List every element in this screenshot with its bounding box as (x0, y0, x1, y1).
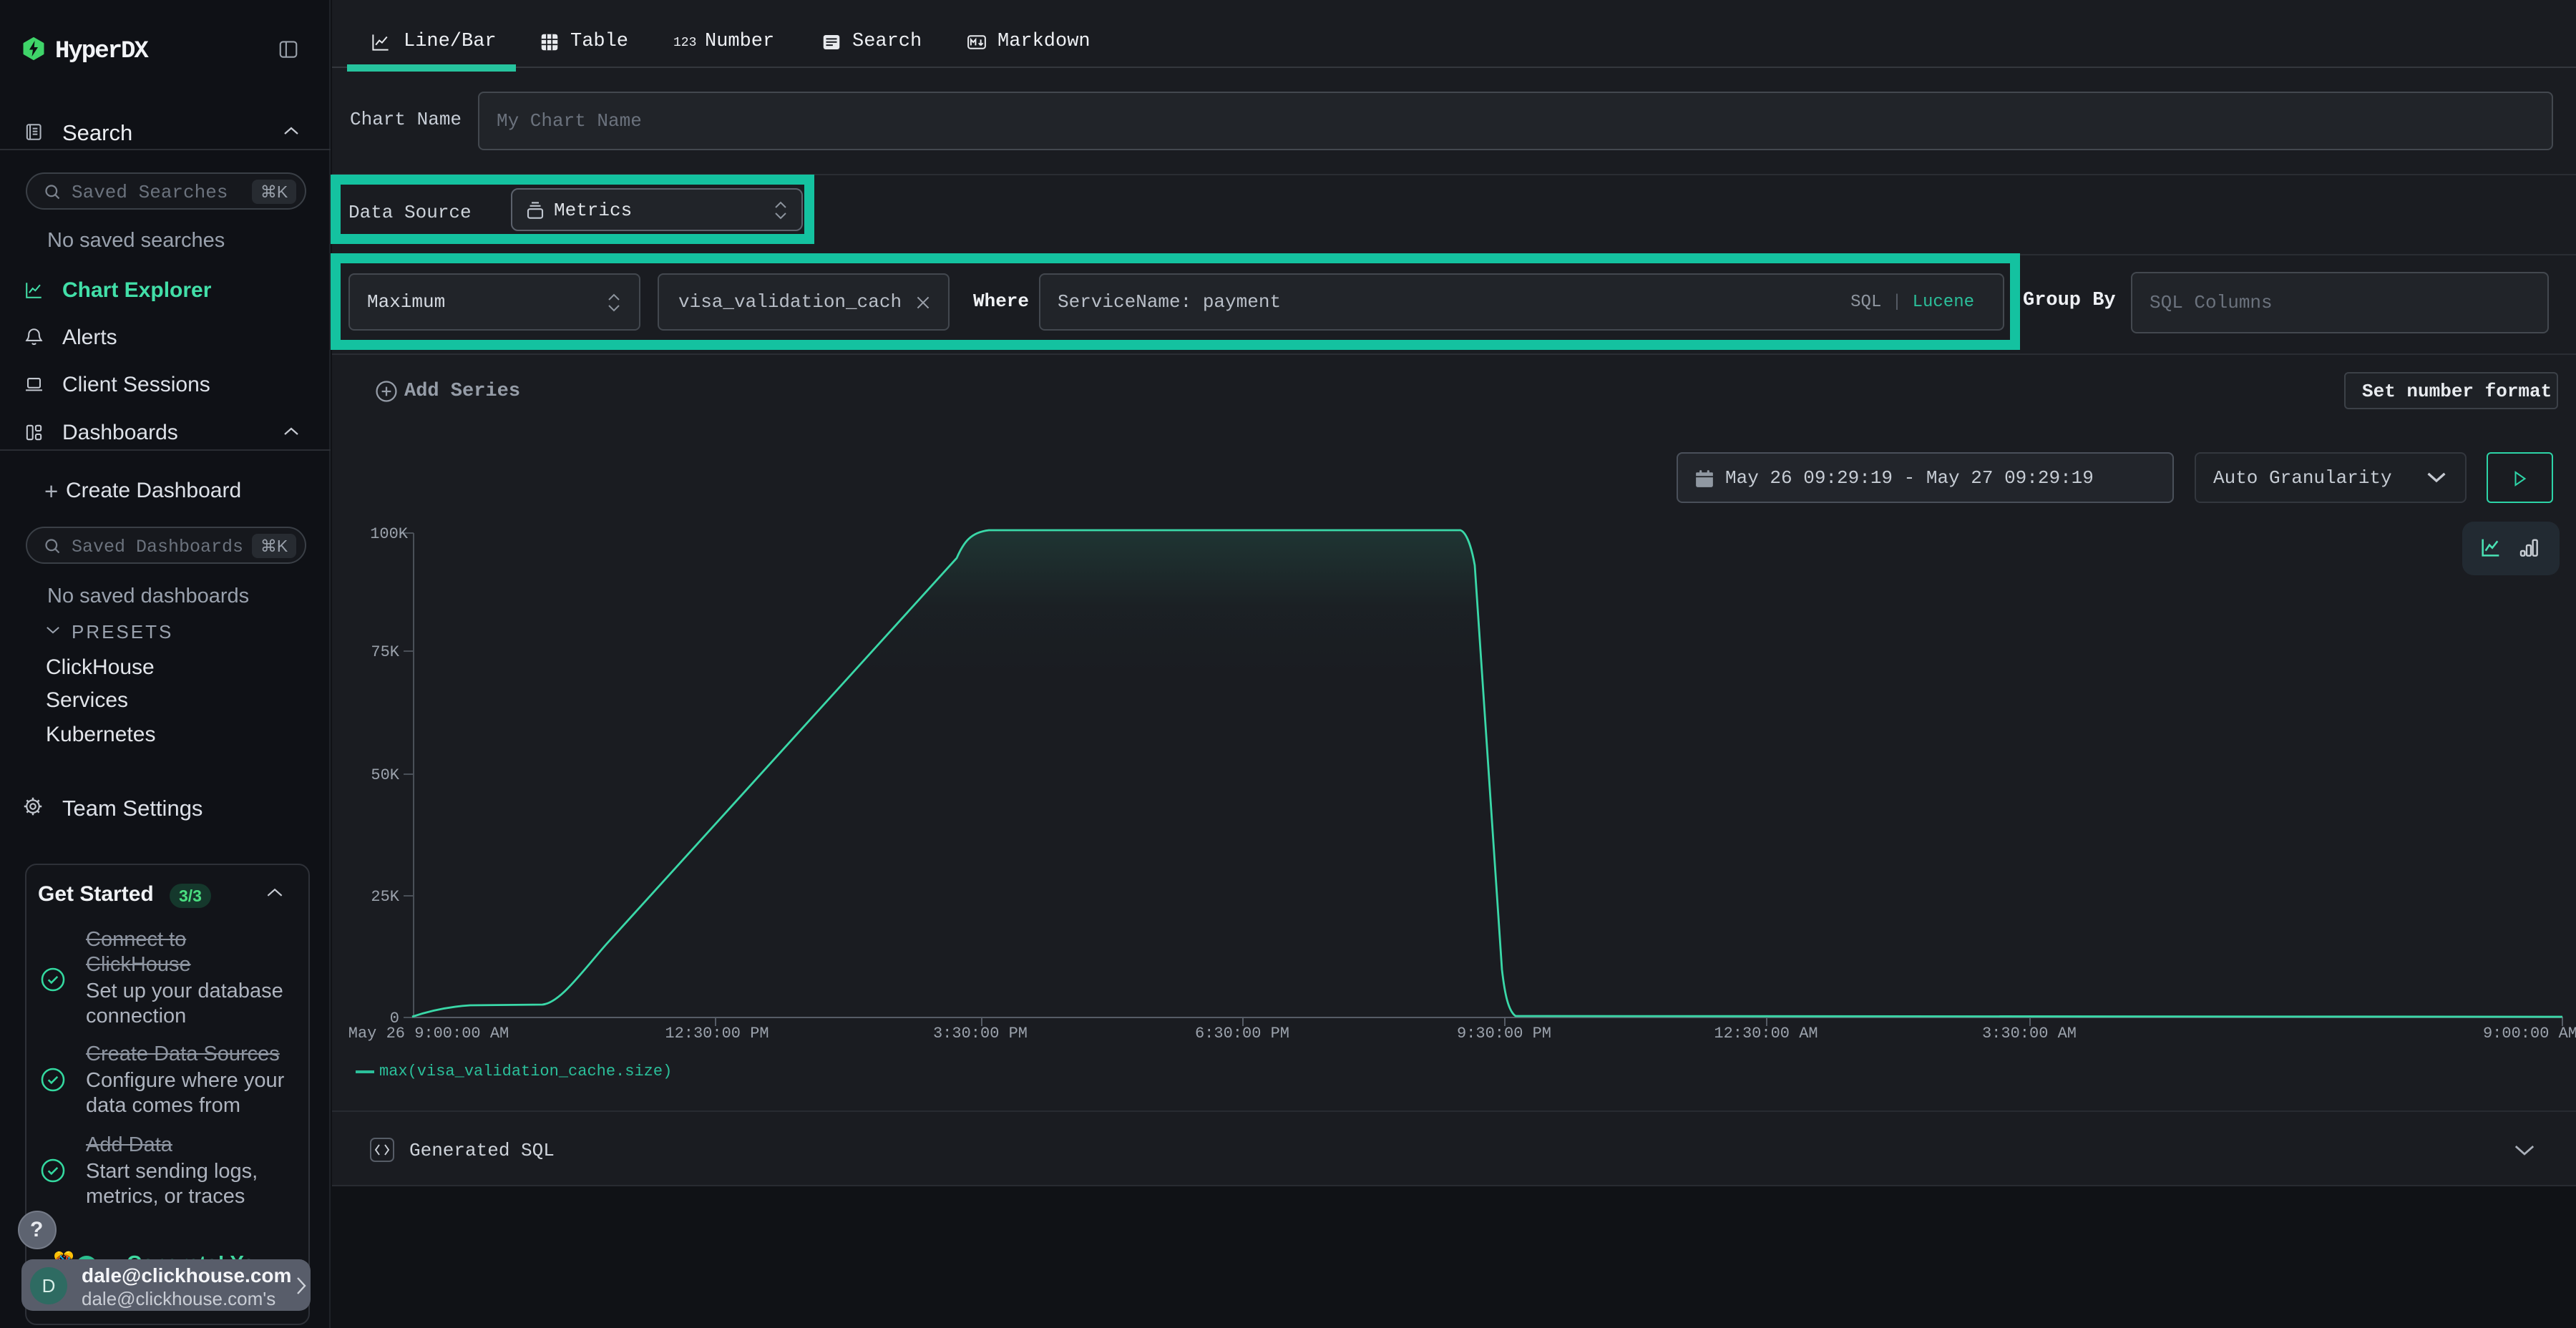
svg-text:3:30:00 PM: 3:30:00 PM (933, 1025, 1028, 1043)
svg-text:50K: 50K (371, 766, 399, 784)
svg-text:May 26 9:00:00 AM: May 26 9:00:00 AM (348, 1025, 509, 1043)
svg-text:25K: 25K (371, 888, 399, 906)
svg-text:12:30:00 AM: 12:30:00 AM (1714, 1025, 1818, 1043)
svg-text:3:30:00 AM: 3:30:00 AM (1982, 1025, 2077, 1043)
svg-text:75K: 75K (371, 643, 399, 661)
svg-text:9:30:00 PM: 9:30:00 PM (1457, 1025, 1551, 1043)
svg-text:12:30:00 PM: 12:30:00 PM (665, 1025, 769, 1043)
svg-text:9:00:00 AM: 9:00:00 AM (2483, 1025, 2576, 1043)
svg-text:6:30:00 PM: 6:30:00 PM (1195, 1025, 1289, 1043)
svg-text:100K: 100K (370, 525, 409, 543)
